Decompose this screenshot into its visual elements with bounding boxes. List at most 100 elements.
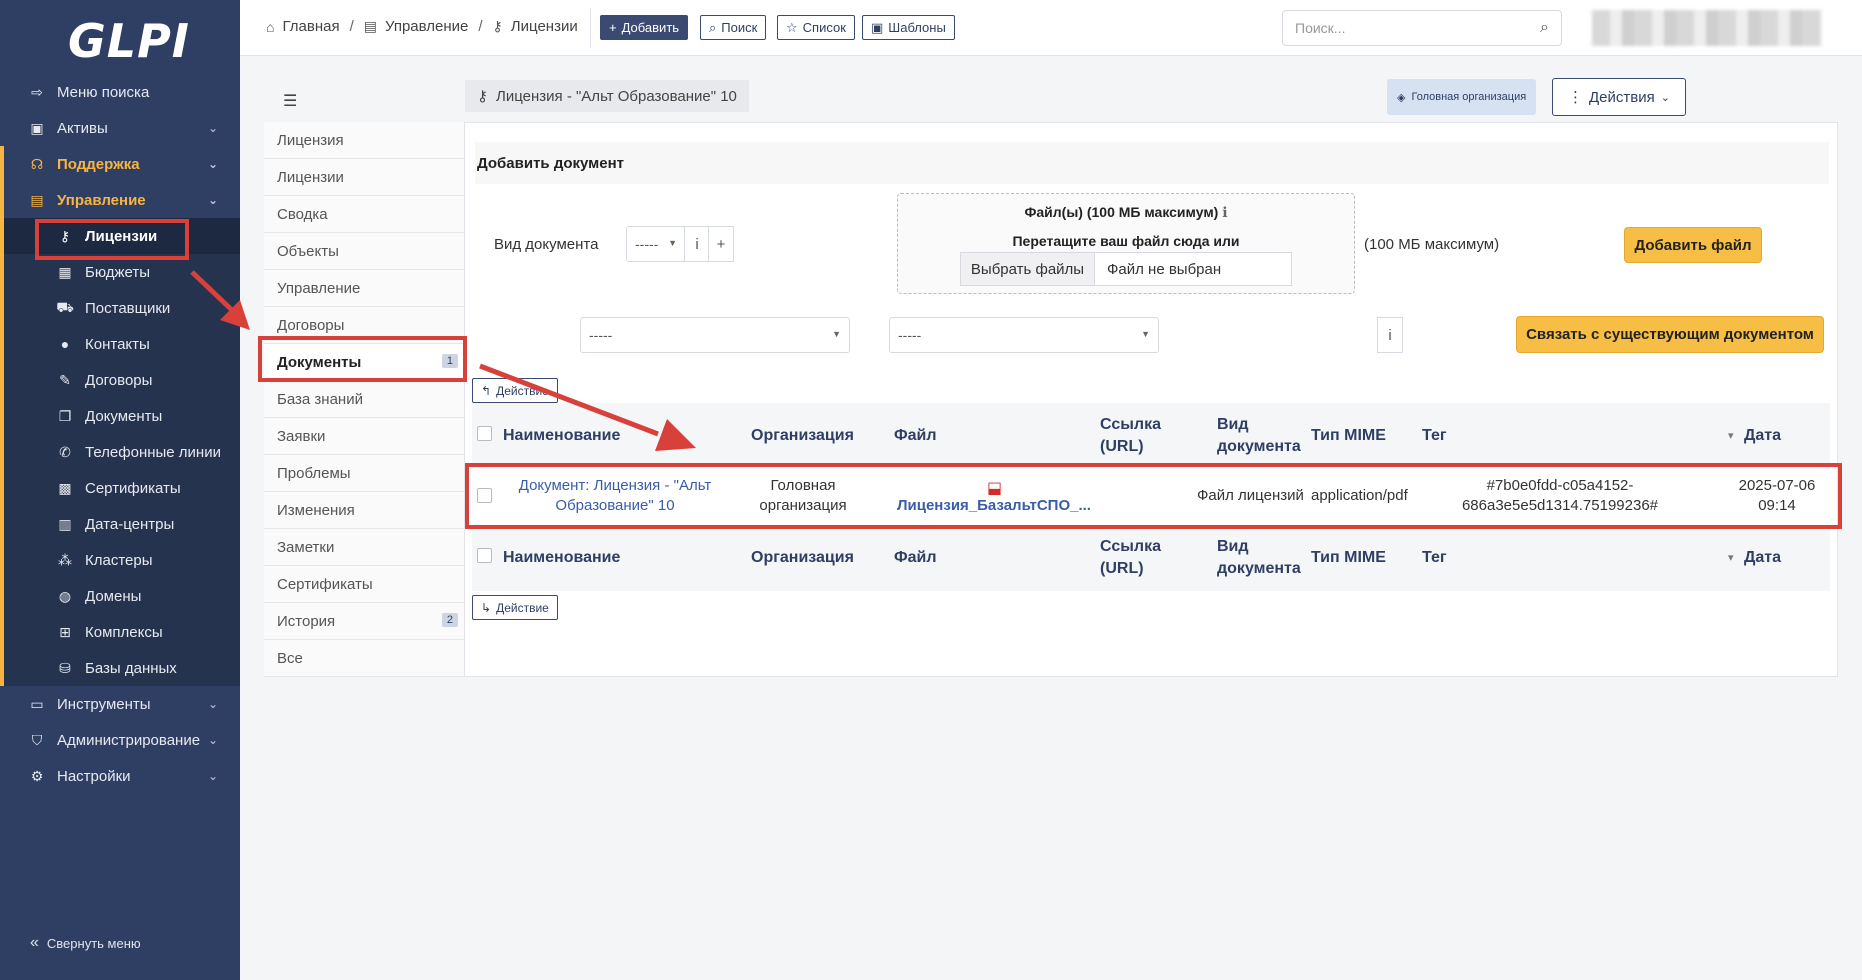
tab-problems[interactable]: Проблемы [264,455,464,492]
search-icon[interactable]: ⌕ [1540,19,1549,37]
column-tag[interactable]: Тег [1422,425,1447,447]
add-button[interactable]: + Добавить [600,15,689,40]
search-button[interactable]: ⌕ Поиск [700,15,767,40]
breadcrumb-licenses[interactable]: Лицензии [511,18,578,35]
select-all-checkbox[interactable] [477,548,492,563]
sidebar-item-label: Сертификаты [85,479,181,497]
collapse-menu-button[interactable]: « Свернуть меню [30,934,141,952]
caret-down-icon: ▼ [668,238,677,248]
file-dropzone[interactable]: Файл(ы) (100 МБ максимум) ℹ Перетащите в… [897,193,1355,294]
sidebar-item-databases[interactable]: ⛁ Базы данных [0,650,240,686]
tab-items[interactable]: Объекты [264,233,464,270]
sidebar-item-administration[interactable]: ⛉ Администрирование ⌄ [0,722,240,758]
breadcrumb-home[interactable]: Главная [282,18,339,35]
corner-arrow-icon: ↳ [481,600,492,615]
sidebar-item-label: Домены [85,587,142,605]
search-input[interactable]: Поиск... ⌕ [1282,10,1562,46]
sidebar-item-management[interactable]: ▤ Управление ⌄ [0,182,240,218]
tab-all[interactable]: Все [264,640,464,677]
column-organization[interactable]: Организация [751,425,854,447]
entity-select[interactable]: ----- ▼ [580,317,850,353]
actions-button[interactable]: ⋮ Действия ⌄ [1552,78,1686,116]
column-file[interactable]: Файл [894,547,937,569]
tab-changes[interactable]: Изменения [264,492,464,529]
sidebar-item-search-menu[interactable]: ⇨ Меню поиска [0,74,240,110]
column-file[interactable]: Файл [894,425,937,447]
action-label: Действие [496,383,549,398]
sidebar-item-phone-lines[interactable]: ✆ Телефонные линии [0,434,240,470]
info-icon[interactable]: i [1377,317,1403,353]
document-select[interactable]: ----- ▼ [889,317,1159,353]
add-file-button[interactable]: Добавить файл [1624,227,1762,263]
tab-summary[interactable]: Сводка [264,196,464,233]
list-button[interactable]: ☆ Список [777,15,855,40]
doc-type-select[interactable]: ----- ▼ [626,226,686,262]
sidebar-item-label: Администрирование [57,731,201,749]
info-icon[interactable]: ℹ [1222,204,1227,220]
briefcase-icon: ▭ [30,695,44,712]
sidebar-item-documents[interactable]: ❐ Документы [0,398,240,434]
column-doc-type[interactable]: Вид документа [1217,414,1317,458]
sidebar-item-contracts[interactable]: ✎ Договоры [0,362,240,398]
breadcrumb-management[interactable]: Управление [385,18,468,35]
tab-licenses[interactable]: Лицензии [264,159,464,196]
database-icon: ⛁ [59,659,71,676]
column-url[interactable]: Ссылка (URL) [1100,414,1166,458]
chevron-down-icon: ⌄ [1660,91,1670,104]
tab-certificates[interactable]: Сертификаты [264,566,464,603]
sidebar: GLPI ⇨ Меню поиска ▣ Активы ⌄ ☊ Поддержк… [0,0,240,980]
cluster-icon: ⁂ [58,551,72,568]
massive-action-button-bottom[interactable]: ↳ Действие [472,595,558,620]
info-icon[interactable]: i [684,226,710,262]
plus-icon: + [716,235,726,253]
column-date[interactable]: Дата [1744,425,1781,447]
templates-button-label: Шаблоны [888,20,946,35]
tab-knowledge-base[interactable]: База знаний [264,381,464,418]
column-name[interactable]: Наименование [503,425,620,447]
column-name[interactable]: Наименование [503,547,620,569]
sidebar-item-domains[interactable]: ◍ Домены [0,578,240,614]
max-size-note: (100 МБ максимум) [1364,236,1500,253]
column-mime[interactable]: Тип MIME [1311,425,1386,447]
sidebar-item-clusters[interactable]: ⁂ Кластеры [0,542,240,578]
tab-notes[interactable]: Заметки [264,529,464,566]
sidebar-item-appliances[interactable]: ⊞ Комплексы [0,614,240,650]
sidebar-item-suppliers[interactable]: ⛟ Поставщики [0,290,240,326]
select-all-checkbox[interactable] [477,426,492,441]
choose-files-button[interactable]: Выбрать файлы [961,253,1095,285]
column-organization[interactable]: Организация [751,547,854,569]
sidebar-item-support[interactable]: ☊ Поддержка ⌄ [0,146,240,182]
column-url[interactable]: Ссылка (URL) [1100,536,1166,580]
tab-history[interactable]: История 2 [264,603,464,640]
tab-label: Заявки [277,427,326,445]
column-doc-type[interactable]: Вид документа [1217,536,1317,580]
massive-action-button-top[interactable]: ↰ Действие [472,378,558,403]
sidebar-item-datacenters[interactable]: ▥ Дата-центры [0,506,240,542]
tab-management[interactable]: Управление [264,270,464,307]
headset-icon: ☊ [30,155,44,172]
add-doc-type-button[interactable]: + [708,226,734,262]
tab-tickets[interactable]: Заявки [264,418,464,455]
chevron-down-icon: ⌄ [207,733,218,747]
file-input[interactable]: Выбрать файлы Файл не выбран [960,252,1292,286]
apps-icon: ⊞ [59,623,71,640]
tab-license[interactable]: Лицензия [264,122,464,159]
sidebar-item-settings[interactable]: ⚙ Настройки ⌄ [0,758,240,794]
no-file-chosen: Файл не выбран [1107,260,1222,278]
column-mime[interactable]: Тип MIME [1311,547,1386,569]
column-date[interactable]: Дата [1744,547,1781,569]
glpi-logo[interactable]: GLPI [68,14,190,68]
sidebar-item-contacts[interactable]: ● Контакты [0,326,240,362]
tab-label: История [277,612,336,630]
column-tag[interactable]: Тег [1422,547,1447,569]
actions-label: Действия [1589,88,1655,106]
globe-icon: ◍ [58,587,72,604]
sidebar-item-assets[interactable]: ▣ Активы ⌄ [0,110,240,146]
entity-badge[interactable]: ◈ Головная организация [1387,79,1537,115]
sidebar-item-tools[interactable]: ▭ Инструменты ⌄ [0,686,240,722]
sidebar-nav: ⇨ Меню поиска ▣ Активы ⌄ ☊ Поддержка ⌄ ▤… [0,74,240,794]
link-existing-document-button[interactable]: Связать с существующим документом [1516,316,1824,353]
list-icon[interactable]: ☰ [283,91,297,111]
templates-button[interactable]: ▣ Шаблоны [862,15,955,40]
sidebar-item-certificates[interactable]: ▩ Сертификаты [0,470,240,506]
